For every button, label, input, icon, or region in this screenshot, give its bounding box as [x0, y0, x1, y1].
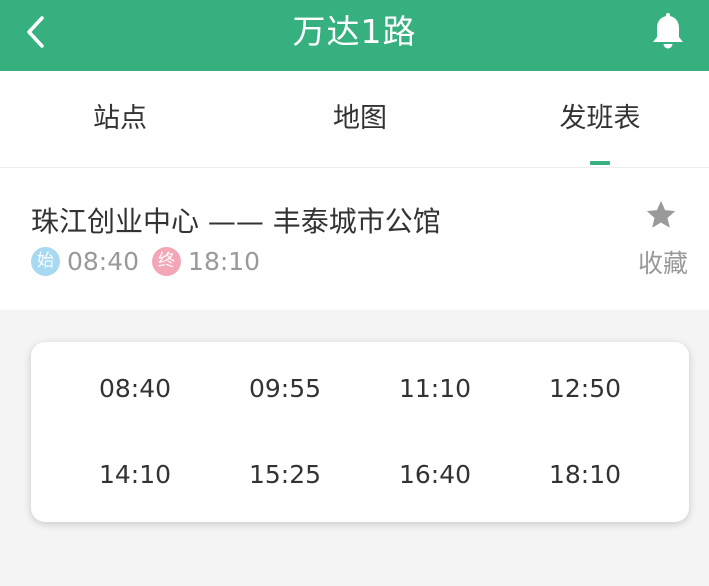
schedule-card: 08:40 09:55 11:10 12:50 14:10 15:25 16:4…	[31, 342, 689, 522]
tab-bar: 站点 地图 发班表	[0, 71, 709, 168]
departure-time: 11:10	[398, 374, 472, 403]
route-info-panel: 珠江创业中心 —— 丰泰城市公馆 始 08:40 终 18:10 收藏	[0, 168, 709, 310]
favorite-label: 收藏	[637, 249, 688, 278]
departure-time: 08:40	[98, 374, 172, 403]
last-bus-time: 18:10	[188, 246, 261, 276]
departure-time: 16:40	[398, 460, 472, 489]
tab-stops[interactable]: 站点	[40, 71, 200, 167]
star-icon	[646, 200, 676, 228]
departure-time: 14:10	[98, 460, 172, 489]
start-badge: 始	[31, 246, 60, 276]
favorite-button[interactable]: 收藏	[634, 198, 692, 278]
departure-time: 12:50	[548, 374, 622, 403]
route-times: 始 08:40 终 18:10	[31, 246, 260, 276]
notification-button[interactable]	[649, 12, 687, 52]
bell-icon	[653, 13, 683, 49]
departure-time: 09:55	[248, 374, 322, 403]
active-tab-indicator	[590, 161, 610, 165]
tab-schedule[interactable]: 发班表	[520, 71, 680, 167]
page-title: 万达1路	[292, 12, 417, 51]
departure-time: 15:25	[248, 460, 322, 489]
end-badge: 终	[152, 246, 182, 276]
app-header: 万达1路	[0, 0, 709, 71]
route-name: 珠江创业中心 —— 丰泰城市公馆	[31, 205, 441, 238]
departure-time: 18:10	[548, 460, 622, 489]
tab-map[interactable]: 地图	[280, 71, 440, 167]
first-bus-time: 08:40	[67, 246, 140, 276]
